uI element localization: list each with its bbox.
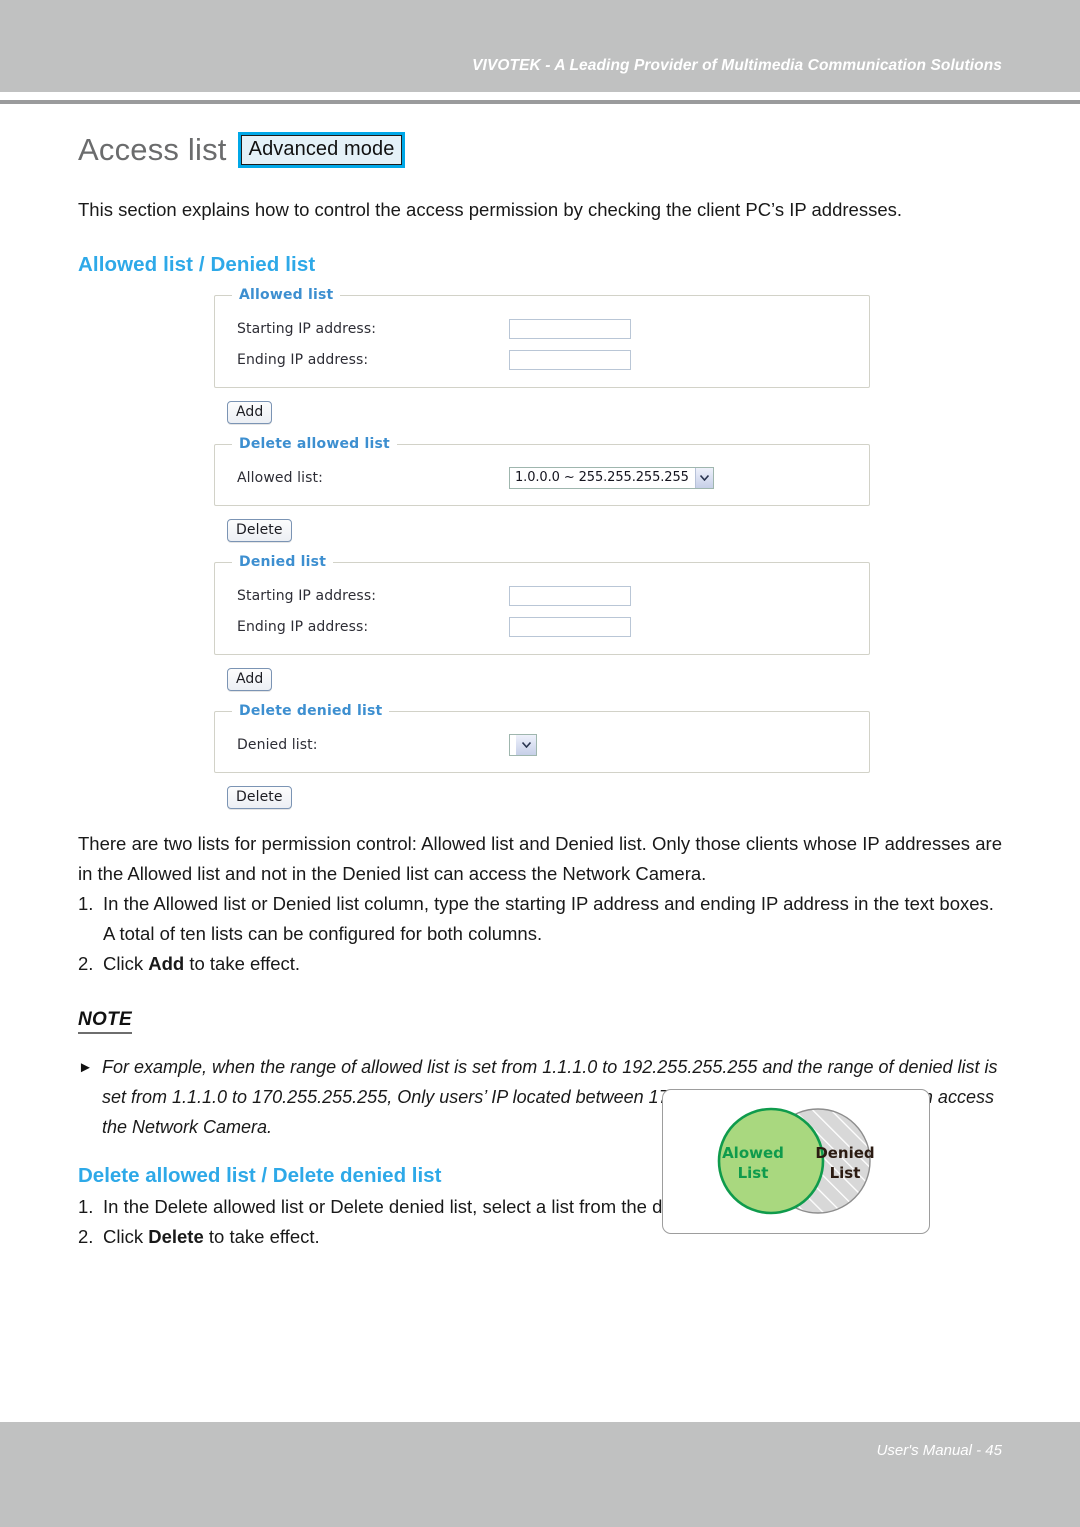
delete-denied-list-row: Denied list:	[215, 729, 869, 760]
allowed-starting-ip-row: Starting IP address:	[215, 313, 869, 344]
denied-starting-ip-input[interactable]	[509, 585, 631, 606]
panel-delete-allowed-list: Delete allowed list Allowed list: 1.0.0.…	[214, 436, 870, 506]
venn-diagram-illustration: Alowed List Denied List	[662, 1089, 930, 1234]
denied-starting-ip-label: Starting IP address:	[237, 587, 377, 604]
step-number: 2.	[78, 953, 94, 974]
advanced-mode-badge-label: Advanced mode	[240, 135, 403, 165]
panel-denied-list: Denied list Starting IP address: Ending …	[214, 554, 870, 655]
step-number: 2.	[78, 1226, 94, 1247]
denied-ending-ip-label: Ending IP address:	[237, 618, 369, 635]
denied-ending-ip-input[interactable]	[509, 616, 631, 637]
step-text-post: to take effect.	[203, 1226, 320, 1247]
explanation-block: There are two lists for permission contr…	[78, 829, 1002, 979]
intro-paragraph: This section explains how to control the…	[78, 199, 902, 220]
delete-allowed-list-select[interactable]: 1.0.0.0 ~ 255.255.255.255	[509, 466, 714, 489]
denied-list-add-button[interactable]: Add	[227, 668, 273, 691]
panel-denied-list-legend: Denied list	[239, 554, 327, 570]
note-heading-wrap: NOTE	[0, 979, 1080, 1034]
allowed-starting-ip-input[interactable]	[509, 318, 631, 339]
delete-denied-list-label: Denied list:	[237, 736, 318, 753]
step-text-bold: Delete	[148, 1226, 204, 1247]
allowed-list-label-line1: Alowed	[722, 1144, 784, 1162]
venn-diagram-svg: Alowed List Denied List	[717, 1107, 875, 1215]
step-text: In the Allowed list or Denied list colum…	[103, 893, 994, 944]
chevron-down-icon	[516, 734, 536, 755]
step-number: 1.	[78, 893, 94, 914]
delete-allowed-list-label: Allowed list:	[237, 469, 323, 486]
allowed-list-add-button[interactable]: Add	[227, 401, 273, 424]
allowed-ending-ip-input[interactable]	[509, 349, 631, 370]
page-title: Access list	[78, 132, 227, 167]
allowed-list-label-line2: List	[738, 1164, 769, 1182]
allowed-ending-ip-row: Ending IP address:	[215, 344, 869, 375]
list-item: 1. In the Allowed list or Denied list col…	[78, 889, 1002, 949]
delete-denied-list-delete-button[interactable]: Delete	[227, 786, 292, 809]
step-text-pre: Click	[103, 1226, 149, 1247]
advanced-mode-badge: Advanced mode	[237, 132, 406, 168]
panel-allowed-list-legend: Allowed list	[239, 287, 334, 303]
header-banner-text: VIVOTEK - A Leading Provider of Multimed…	[472, 57, 1002, 74]
page-header-bar: VIVOTEK - A Leading Provider of Multimed…	[0, 0, 1080, 92]
denied-list-label-line1: Denied	[815, 1144, 874, 1162]
delete-allowed-list-delete-button[interactable]: Delete	[227, 519, 292, 542]
denied-ending-ip-row: Ending IP address:	[215, 611, 869, 642]
step-text-bold: Add	[148, 953, 185, 974]
access-list-config-ui: Allowed list Starting IP address: Ending…	[214, 287, 870, 809]
section-heading-allowed-denied: Allowed list / Denied list	[78, 253, 316, 276]
denied-starting-ip-row: Starting IP address:	[215, 580, 869, 611]
panel-allowed-list: Allowed list Starting IP address: Ending…	[214, 287, 870, 388]
step-text-pre: Click	[103, 953, 149, 974]
page-footer-bar: User's Manual - 45	[0, 1422, 1080, 1527]
footer-page-label: User's Manual - 45	[876, 1442, 1002, 1459]
panel-delete-allowed-list-legend: Delete allowed list	[239, 436, 390, 452]
allowed-ending-ip-label: Ending IP address:	[237, 351, 369, 368]
delete-denied-list-select[interactable]	[509, 733, 537, 756]
delete-allowed-list-select-value: 1.0.0.0 ~ 255.255.255.255	[515, 470, 689, 485]
allowed-starting-ip-label: Starting IP address:	[237, 320, 377, 337]
triangle-right-icon: ►	[78, 1059, 93, 1076]
delete-allowed-list-row: Allowed list: 1.0.0.0 ~ 255.255.255.255	[215, 462, 869, 493]
explanation-steps: 1. In the Allowed list or Denied list col…	[78, 889, 1002, 979]
explanation-paragraph: There are two lists for permission contr…	[78, 833, 1002, 884]
denied-list-label-line2: List	[830, 1164, 861, 1182]
panel-delete-denied-list: Delete denied list Denied list:	[214, 703, 870, 773]
page-title-row: Access list Advanced mode	[78, 128, 1080, 172]
page-content: Access list Advanced mode This section e…	[0, 104, 1080, 1252]
panel-delete-denied-list-legend: Delete denied list	[239, 703, 383, 719]
note-heading: NOTE	[78, 1009, 132, 1034]
step-text-post: to take effect.	[184, 953, 301, 974]
step-number: 1.	[78, 1196, 94, 1217]
list-item: 2. Click Add to take effect.	[78, 949, 1002, 979]
chevron-down-icon	[694, 467, 713, 488]
